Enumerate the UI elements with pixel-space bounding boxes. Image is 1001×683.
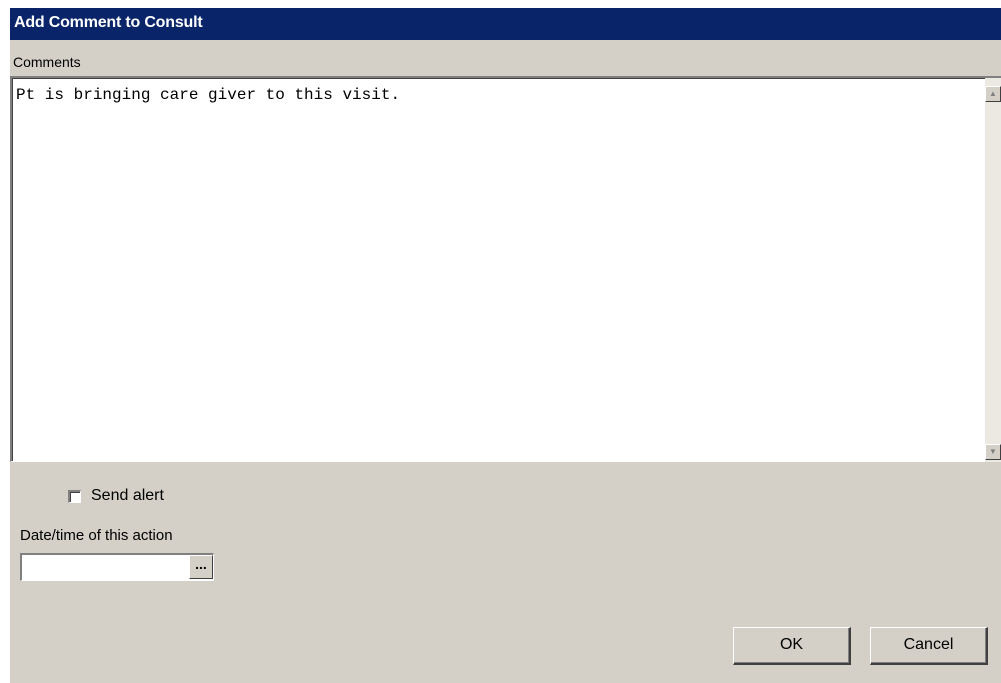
dialog-title[interactable]: Add Comment to Consult	[10, 8, 1001, 40]
send-alert-checkbox[interactable]	[68, 489, 81, 503]
ok-button[interactable]: OK	[733, 627, 851, 665]
send-alert-option[interactable]: Send alert	[68, 486, 164, 506]
datetime-field[interactable]: ...	[20, 553, 214, 581]
comments-text[interactable]: Pt is bringing care giver to this visit.	[16, 86, 400, 104]
send-alert-label[interactable]: Send alert	[91, 487, 164, 505]
comments-label: Comments	[13, 54, 81, 70]
cancel-button[interactable]: Cancel	[870, 627, 988, 665]
comments-scrollbar[interactable]: ▲ ▼	[985, 78, 1001, 462]
comments-textarea[interactable]: Pt is bringing care giver to this visit.…	[10, 76, 1001, 462]
scroll-up-button[interactable]: ▲	[985, 86, 1001, 102]
dialog-window: Add Comment to Consult Comments Pt is br…	[10, 8, 1001, 683]
datetime-label: Date/time of this action	[20, 527, 173, 544]
datetime-picker-button[interactable]: ...	[189, 555, 213, 579]
scroll-down-button[interactable]: ▼	[985, 444, 1001, 460]
datetime-input[interactable]	[22, 555, 192, 579]
